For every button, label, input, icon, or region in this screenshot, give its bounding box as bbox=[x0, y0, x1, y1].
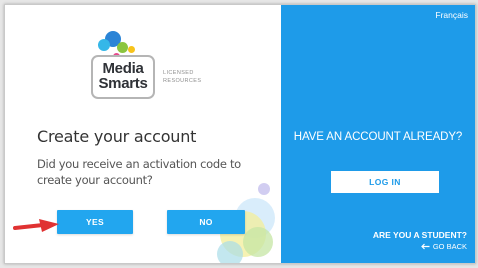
red-arrow-annotation bbox=[13, 219, 59, 232]
media-smarts-logo: Media Smarts LICENSED RESOURCES bbox=[83, 27, 223, 103]
logo-sub-line1: LICENSED bbox=[163, 70, 194, 76]
logo-dot-yellow bbox=[128, 46, 135, 53]
yes-button[interactable]: YES bbox=[57, 210, 133, 234]
logo-word-smarts: Smarts bbox=[98, 75, 148, 92]
decor-circle-green bbox=[243, 227, 273, 257]
logo-dot-green bbox=[117, 42, 128, 53]
logo-word-media: Media bbox=[102, 60, 144, 77]
have-account-heading: HAVE AN ACCOUNT ALREADY? bbox=[293, 131, 463, 143]
language-link-francais[interactable]: Français bbox=[435, 10, 468, 20]
logo-sub-line2: RESOURCES bbox=[163, 78, 202, 84]
go-back-link[interactable]: GO BACK bbox=[420, 242, 467, 251]
decor-circle-violet bbox=[258, 183, 270, 195]
arrow-left-icon bbox=[420, 243, 430, 250]
create-account-panel: Media Smarts LICENSED RESOURCES Create y… bbox=[5, 5, 281, 263]
account-dialog: Media Smarts LICENSED RESOURCES Create y… bbox=[4, 4, 476, 264]
student-question: ARE YOU A STUDENT? bbox=[372, 230, 467, 240]
no-button[interactable]: NO bbox=[167, 210, 245, 234]
log-in-button[interactable]: LOG IN bbox=[331, 171, 439, 193]
go-back-label: GO BACK bbox=[432, 242, 467, 251]
logo-wordmark-box: Media Smarts bbox=[91, 55, 155, 99]
licensed-resources-label: LICENSED RESOURCES bbox=[163, 69, 201, 85]
login-panel: Français HAVE AN ACCOUNT ALREADY? LOG IN… bbox=[281, 5, 475, 263]
activation-question: Did you receive an activation code to cr… bbox=[37, 157, 241, 187]
page-title: Create your account bbox=[37, 127, 197, 146]
logo-dot-cyan bbox=[98, 39, 110, 51]
decor-circle-teal bbox=[217, 241, 243, 263]
